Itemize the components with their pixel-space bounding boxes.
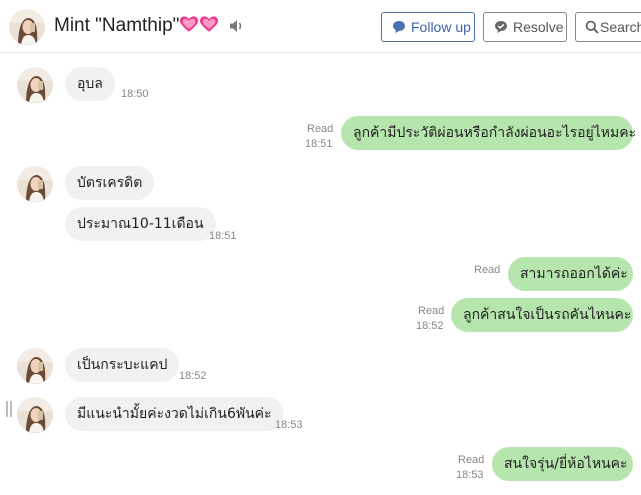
speaker-icon[interactable] <box>229 19 245 33</box>
contact-avatar[interactable] <box>9 9 45 45</box>
drag-handle[interactable] <box>6 401 12 417</box>
follow-up-label: Follow up <box>411 19 471 35</box>
read-status: Read <box>458 454 485 466</box>
resolve-button[interactable]: Resolve <box>483 12 567 42</box>
message-time: 18:52 <box>179 370 207 382</box>
read-status: Read <box>474 264 501 276</box>
outgoing-message[interactable]: สามารถออกได้ค่ะ <box>508 257 633 291</box>
check-chat-icon <box>495 21 507 33</box>
chat-bubble-icon <box>393 21 405 33</box>
message-time: 18:51 <box>305 138 333 150</box>
sender-avatar[interactable] <box>17 348 53 384</box>
message-time: 18:53 <box>456 469 484 481</box>
message-time: 18:50 <box>121 88 149 100</box>
message-time: 18:53 <box>275 419 303 431</box>
heart-icon <box>180 16 198 33</box>
incoming-message[interactable]: บัตรเครดิต <box>65 166 155 200</box>
contact-name: Mint "Namthip" <box>54 15 180 36</box>
outgoing-message[interactable]: ลูกค้ามีประวัติผ่อนหรือกำลังผ่อนอะไรอยู่… <box>341 116 636 150</box>
search-button[interactable]: Search <box>575 12 641 42</box>
sender-avatar[interactable] <box>17 397 53 433</box>
message-time: 18:51 <box>209 230 237 242</box>
follow-up-button[interactable]: Follow up <box>381 12 475 42</box>
search-label: Search <box>600 19 641 35</box>
heart-icon <box>200 16 218 33</box>
sender-avatar[interactable] <box>17 67 53 103</box>
incoming-message[interactable]: ประมาณ10-11เดือน <box>65 207 216 241</box>
incoming-message[interactable]: เป็นกระบะแคป <box>65 348 180 382</box>
chat-header: Mint "Namthip" Follow up Resolve Search <box>0 0 641 53</box>
outgoing-message[interactable]: ลูกค้าสนใจเป็นรถคันไหนคะ <box>451 298 633 332</box>
incoming-message[interactable]: มีแนะนำมั้ยค่ะงวดไม่เกิน6พันค่ะ <box>65 397 284 431</box>
contact-name-row: Mint "Namthip" <box>54 15 220 39</box>
sender-avatar[interactable] <box>17 166 53 202</box>
heart-emojis <box>180 16 220 39</box>
incoming-message[interactable]: อุบล <box>65 67 115 101</box>
message-time: 18:52 <box>416 320 444 332</box>
resolve-label: Resolve <box>513 19 564 35</box>
read-status: Read <box>307 123 334 135</box>
search-icon <box>585 20 599 34</box>
outgoing-message[interactable]: สนใจรุ่น/ยี่ห้อไหนคะ <box>492 447 633 481</box>
read-status: Read <box>418 305 445 317</box>
message-list[interactable]: อุบล 18:50 Read 18:51 ลูกค้ามีประวัติผ่อ… <box>0 54 641 495</box>
